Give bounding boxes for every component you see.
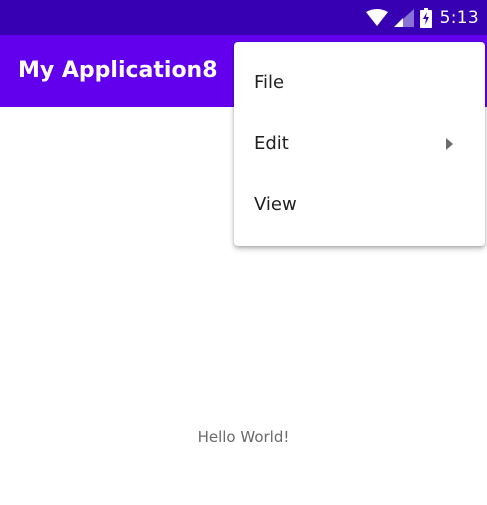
hello-text: Hello World! — [197, 428, 290, 446]
app-title: My Application8 — [18, 58, 218, 83]
status-icons: 5:13 — [365, 7, 479, 29]
chevron-right-icon — [446, 137, 453, 150]
overflow-menu: File Edit View — [234, 42, 485, 246]
status-bar: 5:13 — [0, 0, 487, 35]
menu-item-edit[interactable]: Edit — [234, 113, 485, 174]
cellular-signal-icon — [393, 9, 414, 27]
wifi-icon — [365, 9, 388, 26]
menu-item-label: Edit — [254, 132, 289, 154]
menu-item-file[interactable]: File — [234, 52, 485, 113]
battery-charging-icon — [419, 8, 432, 28]
status-time: 5:13 — [439, 8, 479, 28]
menu-item-view[interactable]: View — [234, 174, 485, 235]
menu-item-label: View — [254, 193, 297, 215]
menu-item-label: File — [254, 71, 285, 93]
